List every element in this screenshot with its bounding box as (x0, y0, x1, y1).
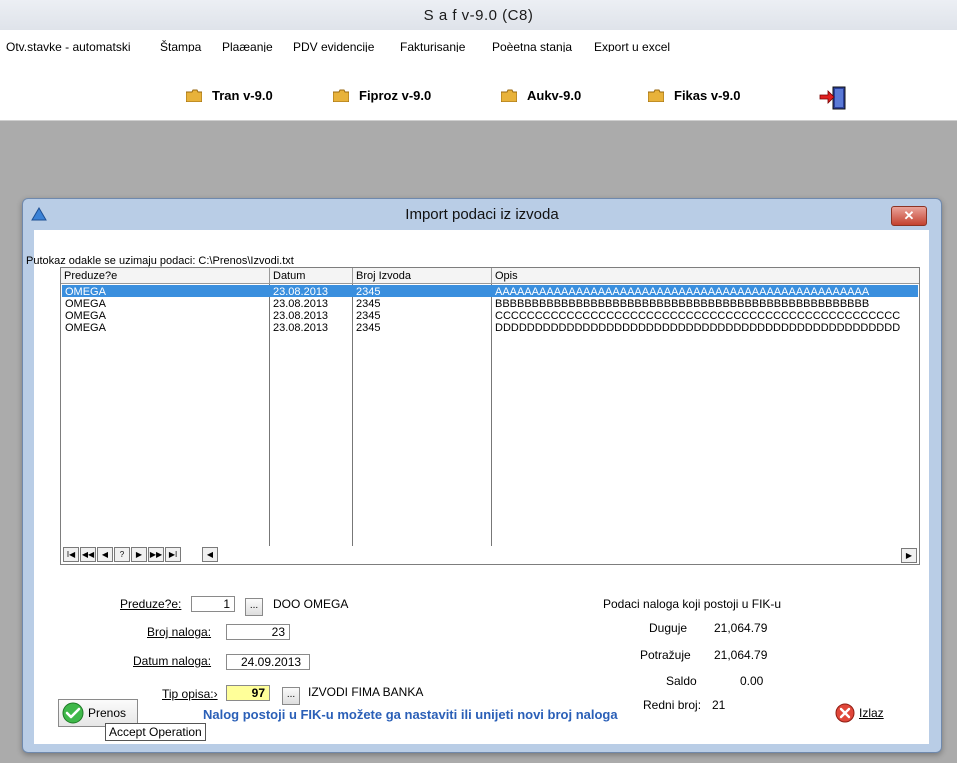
grid-divider (269, 284, 270, 546)
table-cell[interactable]: 23.08.2013 (273, 286, 349, 298)
table-cell[interactable]: OMEGA (65, 298, 265, 310)
table-cell[interactable]: 2345 (356, 286, 486, 298)
preduzece-input[interactable]: 1 (191, 596, 235, 612)
nav-last-button[interactable]: ▶I (165, 547, 181, 562)
fikas-button[interactable]: Fikas v-9.0 (647, 85, 741, 105)
nav-search-button[interactable]: ? (114, 547, 130, 562)
toolbar (0, 52, 957, 121)
table-cell[interactable]: OMEGA (65, 286, 265, 298)
redni-broj-label: Redni broj: (643, 698, 702, 712)
table-cell[interactable]: 2345 (356, 310, 486, 322)
app-title: S a f v-9.0 (C8) (423, 7, 534, 24)
broj-naloga-input[interactable]: 23 (226, 624, 290, 640)
izlaz-button[interactable]: Izlaz (835, 703, 884, 723)
check-icon (62, 702, 84, 724)
potrazuje-value: 21,064.79 (714, 648, 768, 662)
scroll-left-button[interactable]: ◀ (202, 547, 218, 562)
tip-opisa-label: Tip opisa:› (162, 687, 218, 701)
nav-prev-button[interactable]: ◀ (97, 547, 113, 562)
duguje-label: Duguje (649, 621, 688, 635)
data-grid[interactable]: Preduze?e Datum Broj Izvoda Opis OMEGA 2… (60, 267, 920, 565)
fiproz-button[interactable]: Fiproz v-9.0 (332, 85, 432, 105)
folder-icon (647, 89, 665, 102)
tooltip: Accept Operation (105, 723, 206, 741)
duguje-value: 21,064.79 (714, 621, 768, 635)
col-header-datum[interactable]: Datum (270, 268, 353, 284)
folder-icon (500, 89, 518, 102)
dialog-title: Import podaci iz izvoda (405, 206, 559, 223)
tip-opisa-name: IZVODI FIMA BANKA (308, 685, 424, 699)
status-message: Nalog postoji u FIK-u možete ga nastavit… (203, 707, 618, 722)
broj-naloga-label: Broj naloga: (147, 625, 212, 639)
datum-naloga-input[interactable]: 24.09.2013 (226, 654, 310, 670)
table-cell[interactable]: 2345 (356, 298, 486, 310)
tran-button[interactable]: Tran v-9.0 (185, 85, 273, 105)
saldo-value: 0.00 (740, 674, 764, 688)
fikas-button-label: Fikas v-9.0 (674, 87, 741, 103)
datum-naloga-label: Datum naloga: (133, 654, 212, 668)
grid-divider (352, 284, 353, 546)
scroll-right-button[interactable]: ▶ (901, 548, 917, 563)
table-cell[interactable]: 23.08.2013 (273, 310, 349, 322)
record-navigator: I◀ ◀◀ ◀ ? ▶ ▶▶ ▶I ◀ (63, 547, 219, 562)
redni-broj-value: 21 (712, 698, 726, 712)
fik-heading: Podaci naloga koji postoji u FIK-u (603, 597, 782, 611)
table-cell[interactable]: OMEGA (65, 310, 265, 322)
door-exit-icon[interactable] (818, 85, 848, 111)
nav-prev-page-button[interactable]: ◀◀ (80, 547, 96, 562)
nav-next-page-button[interactable]: ▶▶ (148, 547, 164, 562)
grid-divider (491, 284, 492, 546)
col-header-broj-izvoda[interactable]: Broj Izvoda (353, 268, 492, 284)
tip-opisa-browse-button[interactable]: ... (282, 687, 300, 705)
path-label: Putokaz odakle se uzimaju podaci: C:\Pre… (26, 255, 294, 267)
table-cell[interactable]: 23.08.2013 (273, 298, 349, 310)
close-circle-icon (835, 703, 855, 723)
close-button[interactable]: ✕ (891, 206, 927, 226)
table-cell[interactable]: AAAAAAAAAAAAAAAAAAAAAAAAAAAAAAAAAAAAAAAA… (495, 286, 917, 298)
table-cell[interactable]: OMEGA (65, 322, 265, 334)
col-header-preduzece[interactable]: Preduze?e (61, 268, 270, 284)
saldo-label: Saldo (666, 674, 697, 688)
potrazuje-label: Potražuje (640, 648, 691, 662)
prenos-label: Prenos (88, 706, 127, 720)
table-cell[interactable]: 23.08.2013 (273, 322, 349, 334)
table-cell[interactable]: 2345 (356, 322, 486, 334)
preduzece-label: Preduze?e: (120, 597, 182, 611)
folder-icon (332, 89, 350, 102)
nav-next-button[interactable]: ▶ (131, 547, 147, 562)
folder-icon (185, 89, 203, 102)
aukv-button[interactable]: Aukv-9.0 (500, 85, 582, 105)
col-header-opis[interactable]: Opis (492, 268, 919, 284)
tran-button-label: Tran v-9.0 (212, 87, 273, 103)
izlaz-label: Izlaz (859, 706, 884, 720)
fiproz-button-label: Fiproz v-9.0 (359, 87, 432, 103)
tip-opisa-input[interactable]: 97 (226, 685, 270, 701)
aukv-button-label: Aukv-9.0 (527, 87, 582, 103)
nav-first-button[interactable]: I◀ (63, 547, 79, 562)
table-cell[interactable]: CCCCCCCCCCCCCCCCCCCCCCCCCCCCCCCCCCCCCCCC… (495, 310, 917, 322)
menu-bar (0, 30, 957, 52)
table-cell[interactable]: BBBBBBBBBBBBBBBBBBBBBBBBBBBBBBBBBBBBBBBB… (495, 298, 917, 310)
preduzece-name: DOO OMEGA (273, 597, 349, 611)
preduzece-browse-button[interactable]: ... (245, 598, 263, 616)
table-cell[interactable]: DDDDDDDDDDDDDDDDDDDDDDDDDDDDDDDDDDDDDDDD… (495, 322, 917, 334)
